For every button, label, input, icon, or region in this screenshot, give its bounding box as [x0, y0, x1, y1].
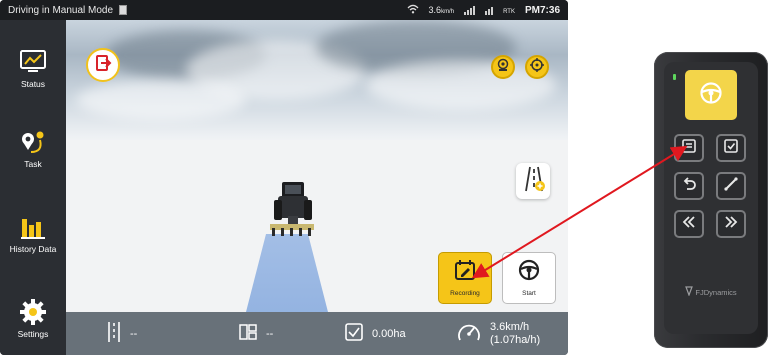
speed-value: 3.6km/h [490, 320, 530, 333]
tablet-screen: Driving in Manual Mode 3.6km/h RTK PM7:3… [0, 0, 568, 355]
signal-bars-icon [464, 5, 476, 15]
steering-wheel-icon [518, 259, 540, 286]
camera-button[interactable] [491, 55, 515, 79]
network-speed: 3.6km/h [428, 5, 455, 15]
steering-wheel-icon [699, 81, 723, 110]
brand-name: FJDynamics [695, 288, 737, 297]
sidebar-item-label: History Data [9, 244, 57, 254]
brand-logo: FJDynamics [654, 286, 768, 297]
recording-label: Recording [450, 290, 480, 297]
exit-button[interactable] [86, 48, 120, 82]
gear-icon [19, 298, 47, 326]
line-spacing-value: -- [130, 327, 138, 340]
checkbox-icon [723, 138, 739, 159]
sidebar-item-label: Settings [17, 329, 49, 339]
signal-bars-secondary-icon [485, 6, 494, 15]
sidebar-item-label: Status [20, 79, 46, 89]
webcam-icon [496, 58, 510, 77]
route-pin-icon [19, 128, 47, 156]
clock: PM7:36 [524, 4, 560, 16]
bar-chart-icon [19, 213, 47, 241]
lane-add-icon [520, 165, 546, 198]
crosshair-icon [530, 57, 544, 77]
record-list-icon [681, 138, 697, 159]
remote-record-button[interactable] [674, 134, 704, 162]
work-mode-value: -- [266, 327, 274, 340]
work-mode-stat: -- [238, 323, 273, 344]
rtk-indicator: RTK [503, 9, 515, 15]
bottom-status-bar: -- -- 0.00ha 3.6km/h (1.07ha/h) [66, 312, 568, 355]
ab-line-icon [723, 176, 739, 197]
exit-icon [94, 54, 112, 77]
speed-stat: 3.6km/h (1.07ha/h) [456, 320, 540, 347]
remote-controller: FJDynamics [654, 52, 768, 348]
double-chevron-right-icon [723, 214, 739, 235]
monitor-chart-icon [19, 48, 47, 76]
calendar-edit-icon [454, 259, 476, 286]
area-stat: 0.00ha [344, 322, 406, 345]
remote-confirm-button[interactable] [716, 134, 746, 162]
brand-mark-icon [685, 286, 695, 297]
status-bar: Driving in Manual Mode 3.6km/h RTK PM7:3… [0, 0, 568, 20]
double-chevron-left-icon [681, 214, 697, 235]
sidebar-item-label: Task [24, 159, 42, 169]
speedometer-icon [456, 320, 482, 347]
line-spacing-icon [106, 321, 122, 346]
undo-icon [681, 176, 697, 197]
line-spacing-stat: -- [106, 321, 137, 346]
locate-button[interactable] [525, 55, 549, 79]
sidebar-item-history-data[interactable]: History Data [0, 213, 66, 254]
sim-card-icon [119, 5, 128, 15]
tractor-model [262, 180, 322, 238]
remote-shift-right-button[interactable] [716, 210, 746, 238]
wifi-icon [407, 4, 419, 16]
remote-undo-button[interactable] [674, 172, 704, 200]
remote-line-button[interactable] [716, 172, 746, 200]
guidance-line-button[interactable] [516, 163, 550, 199]
field-grid-icon [238, 323, 258, 344]
stage: Driving in Manual Mode 3.6km/h RTK PM7:3… [0, 0, 784, 355]
sidebar-item-task[interactable]: Task [0, 128, 66, 169]
sidebar: Status Task History Data Settings [0, 20, 66, 355]
area-check-icon [344, 322, 364, 345]
remote-shift-left-button[interactable] [674, 210, 704, 238]
mode-title: Driving in Manual Mode [8, 4, 114, 16]
remote-steering-button[interactable] [685, 70, 737, 120]
work-rate-value: (1.07ha/h) [490, 333, 541, 346]
start-button[interactable]: Start [502, 252, 556, 304]
status-led [673, 74, 676, 80]
area-value: 0.00ha [372, 327, 406, 340]
sidebar-item-settings[interactable]: Settings [0, 298, 66, 339]
start-label: Start [522, 290, 536, 297]
speed-readout: 3.6km/h (1.07ha/h) [490, 321, 540, 347]
sidebar-item-status[interactable]: Status [0, 48, 66, 89]
recording-button[interactable]: Recording [438, 252, 492, 304]
status-right: 3.6km/h RTK PM7:36 [407, 4, 560, 16]
